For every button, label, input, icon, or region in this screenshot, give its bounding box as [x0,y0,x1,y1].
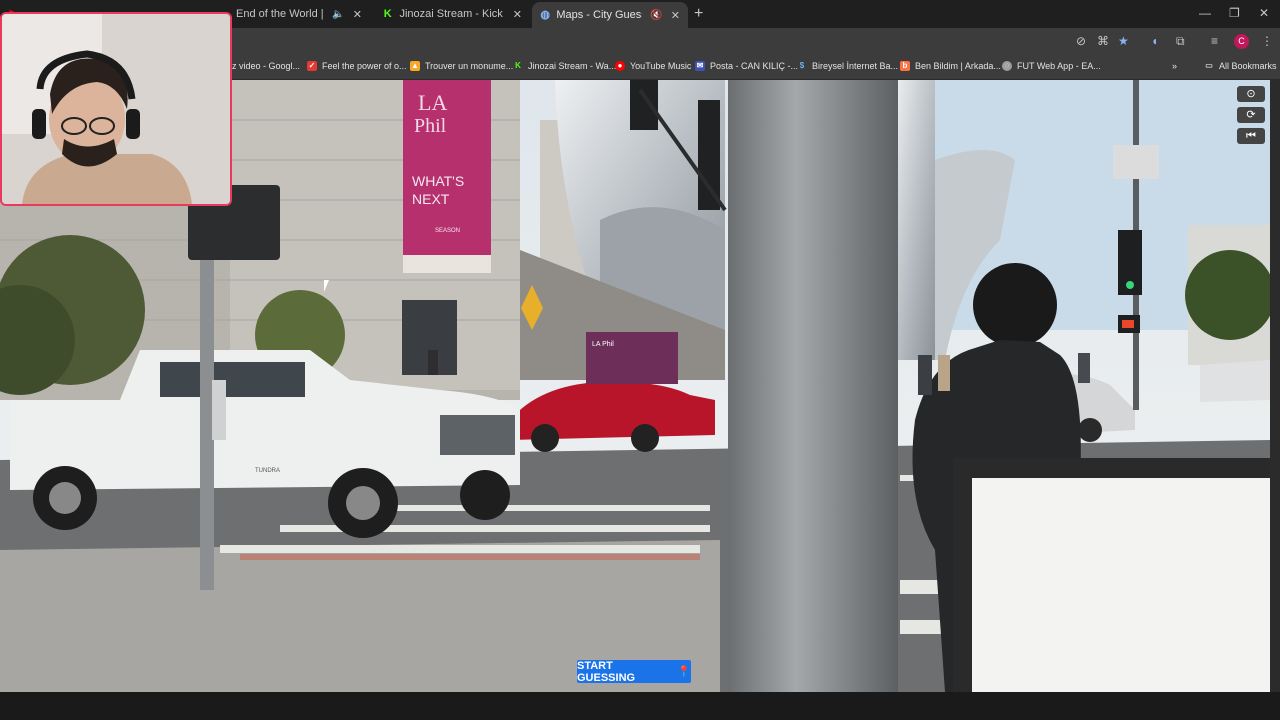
bottom-bar [0,692,1280,720]
map-pin-icon: 📍 [677,666,691,678]
banner-text: SEASON [435,228,460,234]
banner-text: NEXT [412,191,450,207]
close-window-icon[interactable]: ✕ [1259,6,1269,20]
start-guessing-button[interactable]: START GUESSING 📍 [577,660,691,684]
bookmarks-overflow-icon[interactable]: » [1172,61,1177,71]
profile-avatar[interactable]: C [1234,34,1249,49]
minimize-icon[interactable]: — [1199,6,1211,20]
bookmark-item[interactable]: ● YouTube Music [615,61,691,71]
puzzle-icon[interactable]: ⧉ [1176,34,1185,49]
mail-icon: ✉ [695,61,705,71]
cursor-icon [324,280,334,292]
translate-icon[interactable]: ⌘ [1097,34,1109,48]
bookmark-item[interactable]: z video - Googl... [232,61,300,71]
menu-icon[interactable]: ⋮ [1261,34,1273,48]
bookmark-item[interactable]: K Jinozai Stream - Wa... [513,61,616,71]
banner-text: WHAT'S [412,173,464,189]
close-icon[interactable]: ✕ [353,8,362,21]
bookmark-item[interactable]: ✓ Feel the power of o... [307,61,407,71]
tab-end-of-world[interactable]: End of the World | YouTube 🔈 ✕ [228,3,370,25]
bookmark-item[interactable]: ◌ FUT Web App - EA... [1002,61,1101,71]
tab-city-guesser[interactable]: ◍ Maps - City Guesser 🔇 ✕ [532,2,688,28]
speaker-icon[interactable]: 🔈 [332,9,344,20]
bookmark-favicon-icon: ▲ [410,61,420,71]
extension-audio-icon[interactable]: ◖ [1151,34,1158,48]
kick-icon: K [515,61,521,70]
streamer-webcam-image [2,14,230,204]
truck-badge: TUNDRA [255,468,280,474]
mute-icon[interactable]: 🔇 [650,10,662,21]
new-tab-icon[interactable]: + [694,5,703,23]
eye-off-icon[interactable]: ⊘ [1076,34,1086,48]
all-bookmarks-button[interactable]: ▭ All Bookmarks [1204,61,1276,71]
youtube-music-icon: ● [615,61,625,71]
bookmark-item[interactable]: ✉ Posta - CAN KILIÇ -... [695,61,798,71]
star-icon[interactable]: ★ [1118,34,1129,48]
poster-text: LA Phil [592,341,614,348]
folder-icon: ▭ [1205,61,1213,70]
bookmark-favicon-icon: ✓ [307,61,317,71]
scrollbar[interactable] [1270,80,1280,692]
bookmark-favicon-icon: b [900,61,910,71]
banner-text: LA [418,90,447,115]
refresh-icon[interactable]: ⟳ [1237,107,1265,123]
close-icon[interactable]: ✕ [671,9,680,22]
banner-text: Phil [414,115,447,137]
globe-icon: ◌ [1002,61,1012,71]
media-queue-icon[interactable]: ≡ [1211,34,1218,48]
webcam-overlay [0,12,232,206]
restore-icon[interactable]: ❐ [1229,6,1240,20]
close-icon[interactable]: ✕ [513,8,522,21]
skip-back-icon[interactable]: ⏮ [1237,128,1265,144]
tab-kick-dashboard[interactable]: K Jinozai Stream - Kick Dashboard ✕ [374,3,530,25]
bookmark-item[interactable]: $ Bireysel İnternet Ba... [797,61,898,71]
compass-icon[interactable]: ⊙ [1237,86,1265,102]
bookmark-item[interactable]: ▲ Trouver un monume... [410,61,513,71]
bookmark-item[interactable]: b Ben Bildim | Arkada... [900,61,1001,71]
bank-icon: $ [799,61,805,70]
globe-icon: ◍ [540,9,550,21]
kick-icon: K [383,8,392,20]
